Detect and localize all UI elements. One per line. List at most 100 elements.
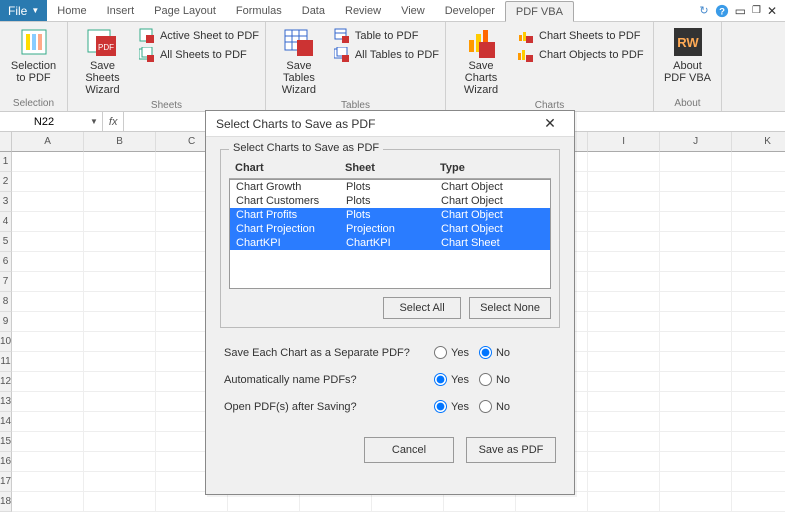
cell[interactable] — [588, 392, 660, 412]
cell[interactable] — [588, 212, 660, 232]
cell[interactable] — [156, 492, 228, 512]
all-sheets-to-pdf-button[interactable]: All Sheets to PDF — [139, 47, 259, 63]
restore-window-icon[interactable]: ❐ — [752, 5, 761, 16]
cell[interactable] — [732, 272, 785, 292]
column-header[interactable]: B — [84, 132, 156, 152]
file-tab[interactable]: File▼ — [0, 0, 47, 21]
cell[interactable] — [660, 192, 732, 212]
opt-separate-yes[interactable]: Yes — [434, 346, 469, 359]
opt-open-no[interactable]: No — [479, 400, 510, 413]
cell[interactable] — [12, 212, 84, 232]
table-to-pdf-button[interactable]: Table to PDF — [334, 28, 439, 44]
cell[interactable] — [84, 492, 156, 512]
row-header[interactable]: 16 — [0, 452, 12, 472]
cell[interactable] — [732, 432, 785, 452]
cell[interactable] — [516, 492, 588, 512]
column-header[interactable]: J — [660, 132, 732, 152]
cell[interactable] — [588, 372, 660, 392]
cell[interactable] — [732, 212, 785, 232]
cell[interactable] — [84, 292, 156, 312]
tab-developer[interactable]: Developer — [435, 0, 505, 21]
opt-autoname-no[interactable]: No — [479, 373, 510, 386]
row-header[interactable]: 7 — [0, 272, 12, 292]
opt-separate-no[interactable]: No — [479, 346, 510, 359]
cell[interactable] — [12, 332, 84, 352]
chart-list-row[interactable]: ChartKPIChartKPIChart Sheet — [230, 236, 550, 250]
cell[interactable] — [12, 192, 84, 212]
cell[interactable] — [660, 392, 732, 412]
cell[interactable] — [660, 452, 732, 472]
row-header[interactable]: 13 — [0, 392, 12, 412]
row-header[interactable]: 9 — [0, 312, 12, 332]
chart-listbox[interactable]: Chart GrowthPlotsChart ObjectChart Custo… — [229, 179, 551, 289]
tab-insert[interactable]: Insert — [97, 0, 145, 21]
help-icon[interactable]: ? — [715, 4, 729, 18]
cell[interactable] — [84, 432, 156, 452]
chart-objects-to-pdf-button[interactable]: Chart Objects to PDF — [518, 47, 644, 63]
tab-review[interactable]: Review — [335, 0, 391, 21]
cell[interactable] — [12, 472, 84, 492]
opt-open-yes[interactable]: Yes — [434, 400, 469, 413]
cell[interactable] — [84, 152, 156, 172]
minimize-window-icon[interactable]: ▭ — [735, 4, 746, 18]
row-header[interactable]: 2 — [0, 172, 12, 192]
cell[interactable] — [660, 212, 732, 232]
cell[interactable] — [588, 192, 660, 212]
save-tables-wizard-button[interactable]: Save Tables Wizard — [272, 26, 326, 96]
cell[interactable] — [588, 332, 660, 352]
cell[interactable] — [732, 472, 785, 492]
row-header[interactable]: 5 — [0, 232, 12, 252]
chart-list-row[interactable]: Chart ProjectionProjectionChart Object — [230, 222, 550, 236]
cell[interactable] — [84, 372, 156, 392]
chart-list-row[interactable]: Chart CustomersPlotsChart Object — [230, 194, 550, 208]
cell[interactable] — [12, 232, 84, 252]
cell[interactable] — [12, 372, 84, 392]
row-header[interactable]: 18 — [0, 492, 12, 512]
cell[interactable] — [660, 292, 732, 312]
tab-pdf-vba[interactable]: PDF VBA — [505, 1, 574, 22]
row-header[interactable]: 6 — [0, 252, 12, 272]
tab-view[interactable]: View — [391, 0, 435, 21]
cell[interactable] — [660, 272, 732, 292]
chart-list-row[interactable]: Chart GrowthPlotsChart Object — [230, 180, 550, 194]
cell[interactable] — [588, 252, 660, 272]
cell[interactable] — [732, 172, 785, 192]
row-header[interactable]: 15 — [0, 432, 12, 452]
cell[interactable] — [660, 372, 732, 392]
tab-formulas[interactable]: Formulas — [226, 0, 292, 21]
cell[interactable] — [660, 332, 732, 352]
cell[interactable] — [12, 352, 84, 372]
cell[interactable] — [228, 492, 300, 512]
cell[interactable] — [588, 312, 660, 332]
cell[interactable] — [660, 352, 732, 372]
cell[interactable] — [660, 252, 732, 272]
cell[interactable] — [732, 352, 785, 372]
sync-icon[interactable]: ↻ — [699, 4, 708, 17]
cancel-button[interactable]: Cancel — [364, 437, 454, 463]
cell[interactable] — [588, 292, 660, 312]
tab-home[interactable]: Home — [47, 0, 96, 21]
row-header[interactable]: 4 — [0, 212, 12, 232]
cell[interactable] — [84, 452, 156, 472]
cell[interactable] — [84, 412, 156, 432]
cell[interactable] — [660, 472, 732, 492]
save-as-pdf-button[interactable]: Save as PDF — [466, 437, 556, 463]
cell[interactable] — [12, 412, 84, 432]
cell[interactable] — [12, 252, 84, 272]
dialog-close-button[interactable]: ✕ — [532, 115, 568, 132]
save-sheets-wizard-button[interactable]: PDF Save Sheets Wizard — [74, 26, 131, 96]
cell[interactable] — [732, 392, 785, 412]
cell[interactable] — [732, 232, 785, 252]
cell[interactable] — [660, 432, 732, 452]
opt-autoname-yes[interactable]: Yes — [434, 373, 469, 386]
name-box[interactable] — [4, 116, 84, 128]
cell[interactable] — [84, 232, 156, 252]
cell[interactable] — [84, 332, 156, 352]
row-header[interactable]: 3 — [0, 192, 12, 212]
cell[interactable] — [588, 432, 660, 452]
about-pdf-vba-button[interactable]: RW About PDF VBA — [660, 26, 715, 84]
cell[interactable] — [300, 492, 372, 512]
close-window-icon[interactable]: ✕ — [767, 4, 777, 18]
cell[interactable] — [588, 452, 660, 472]
cell[interactable] — [588, 232, 660, 252]
